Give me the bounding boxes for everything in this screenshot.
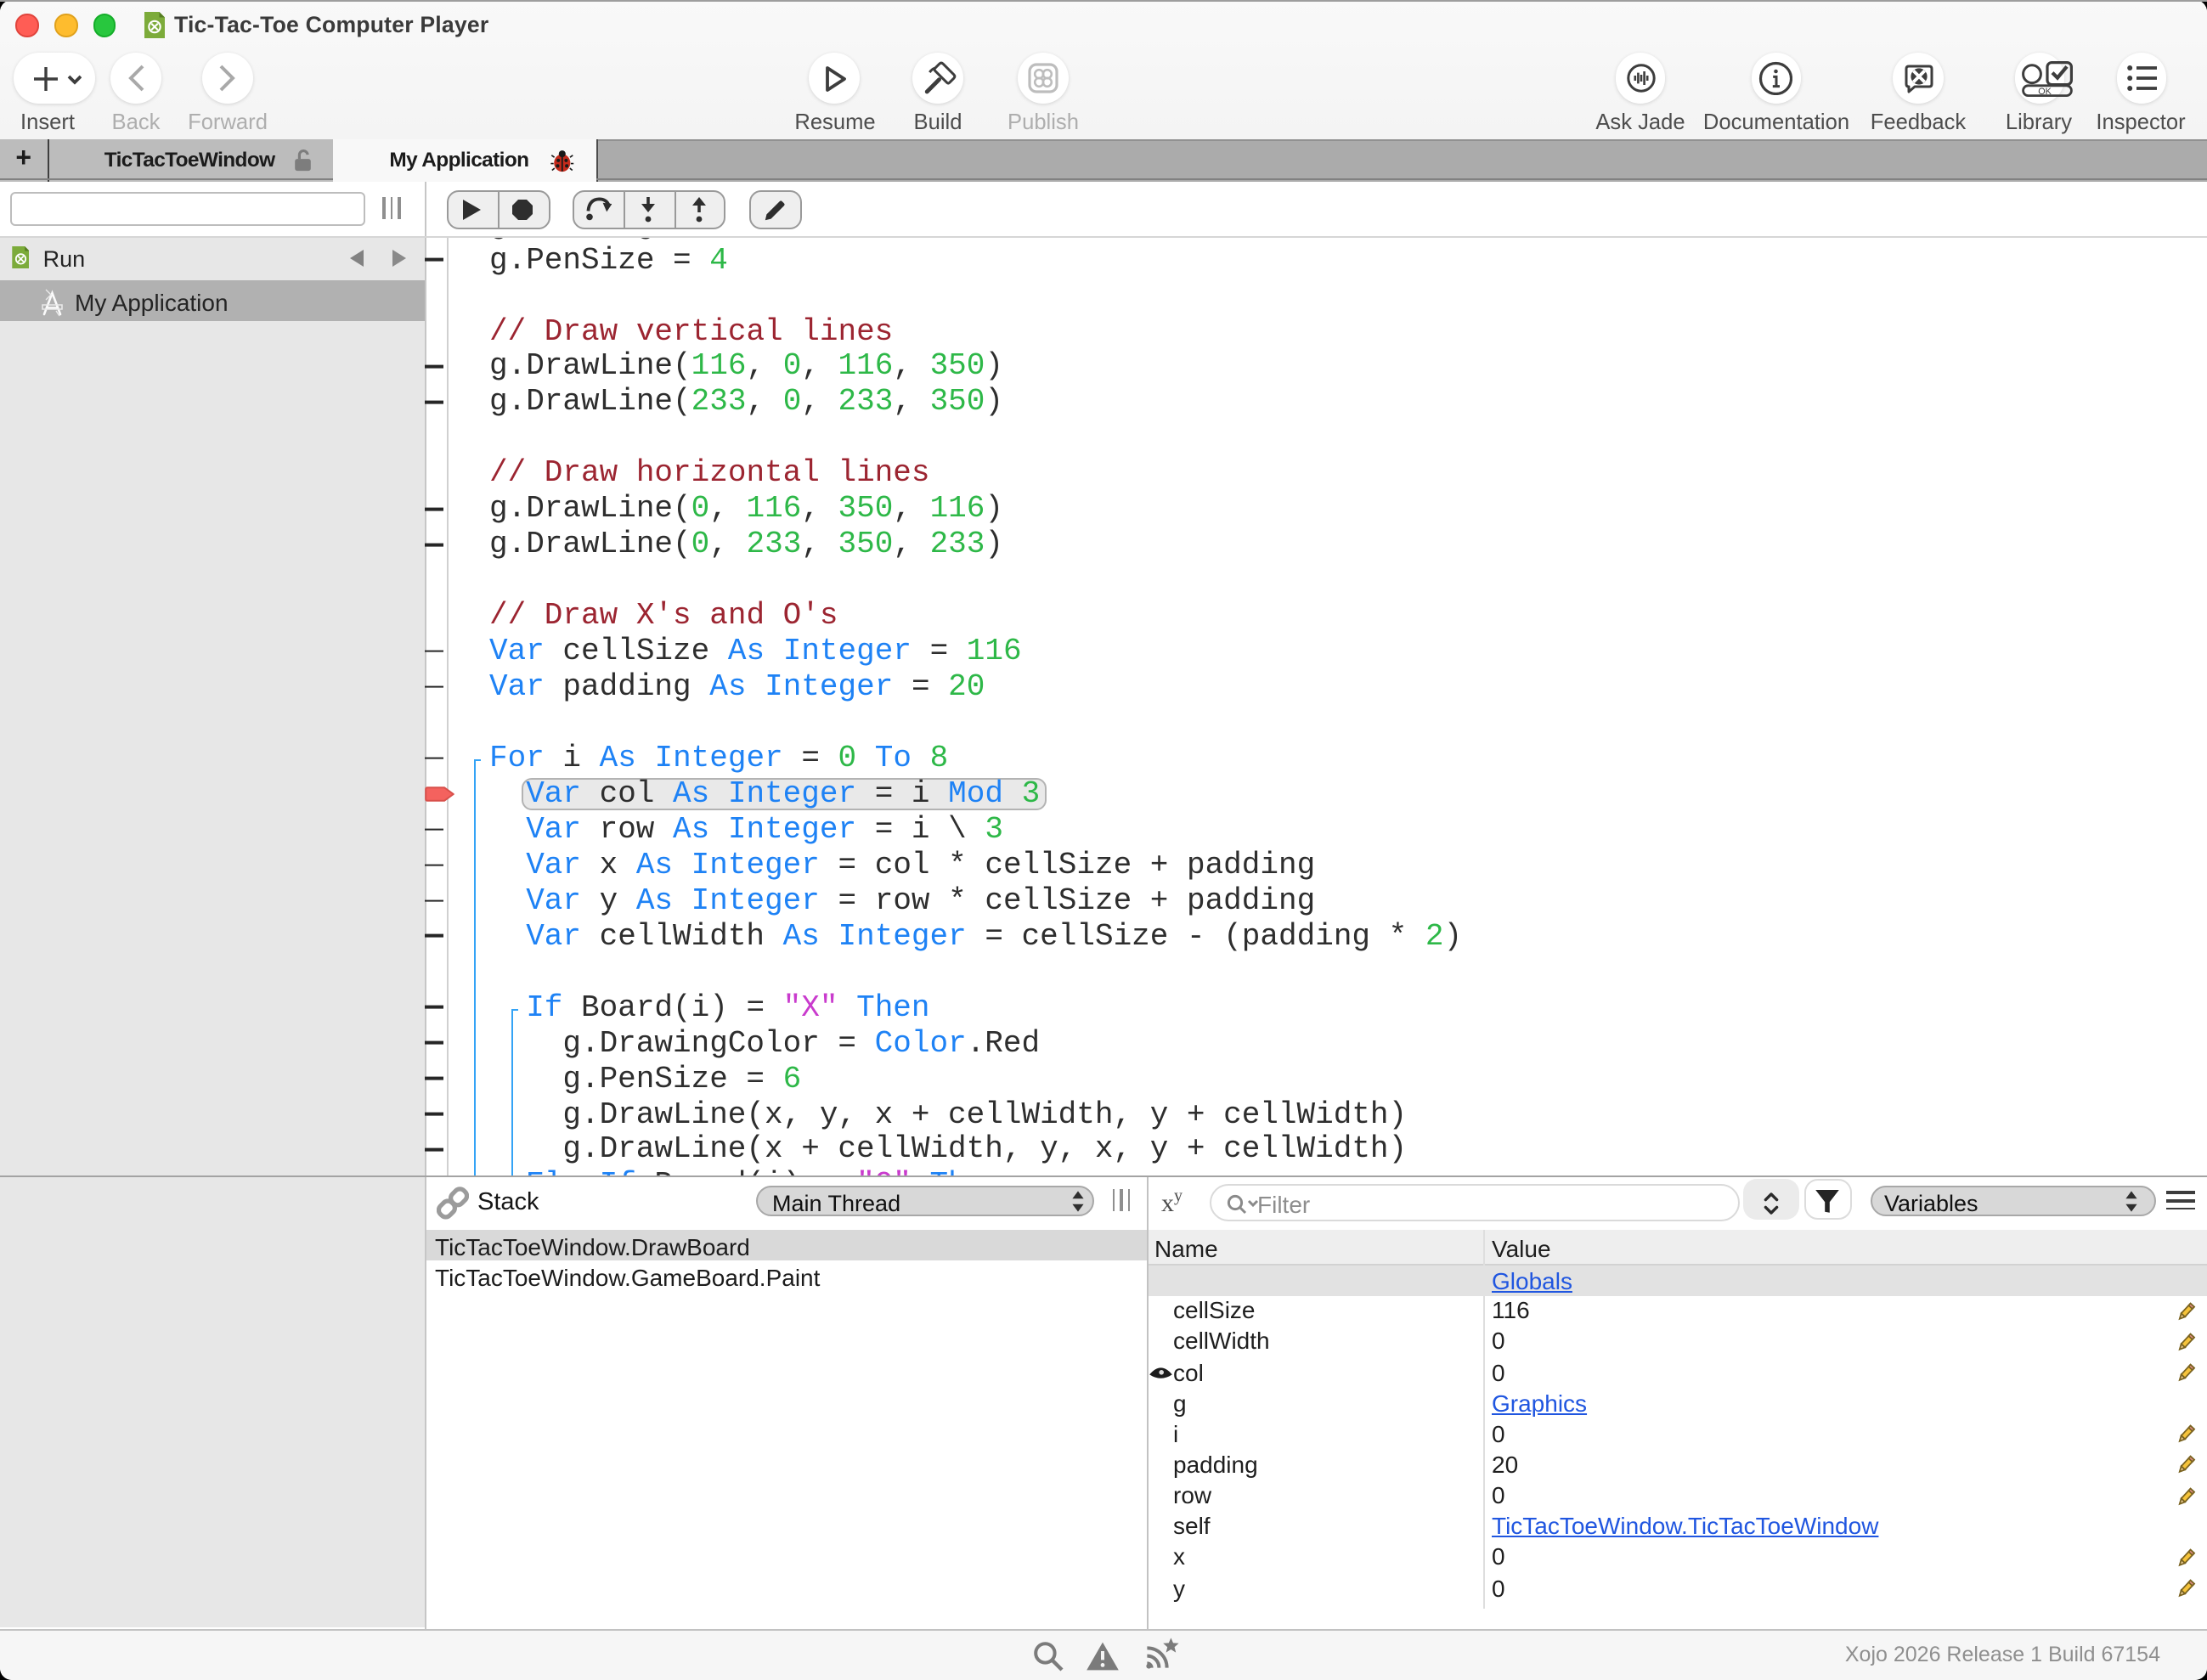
svg-text:OK: OK bbox=[2037, 87, 2051, 97]
